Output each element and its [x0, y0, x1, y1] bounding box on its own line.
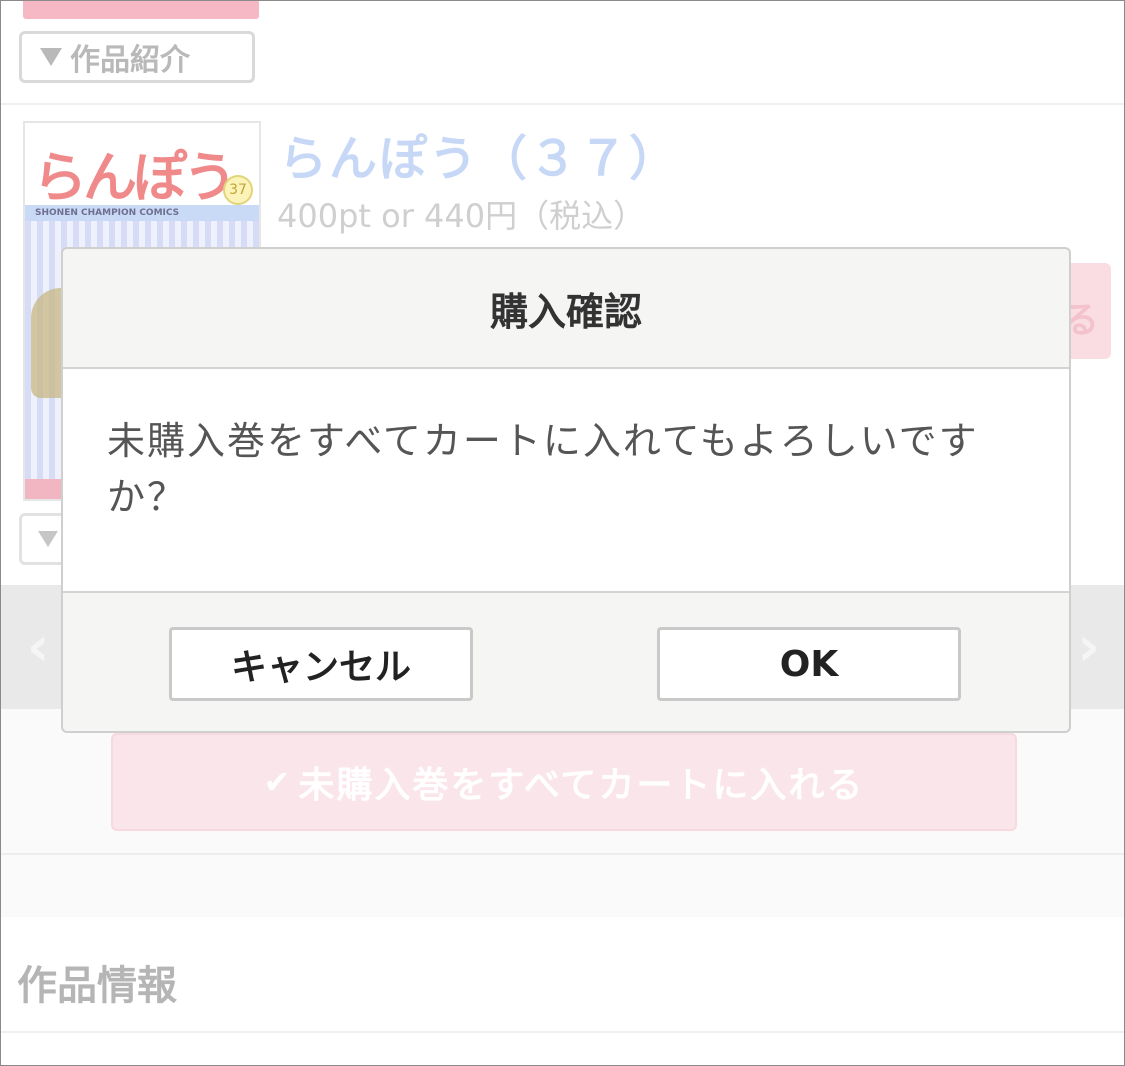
dialog-title: 購入確認: [63, 249, 1069, 369]
purchase-confirm-dialog: 購入確認 未購入巻をすべてカートに入れてもよろしいですか？ キャンセル OK: [61, 247, 1071, 733]
cancel-button[interactable]: キャンセル: [169, 627, 473, 701]
page-frame: 作品紹介 らんぽう 37 SHONEN CHAMPION COMICS らんぽう…: [0, 0, 1125, 1066]
dialog-message: 未購入巻をすべてカートに入れてもよろしいですか？: [63, 369, 1069, 593]
dialog-footer: キャンセル OK: [63, 593, 1069, 731]
ok-button[interactable]: OK: [657, 627, 961, 701]
